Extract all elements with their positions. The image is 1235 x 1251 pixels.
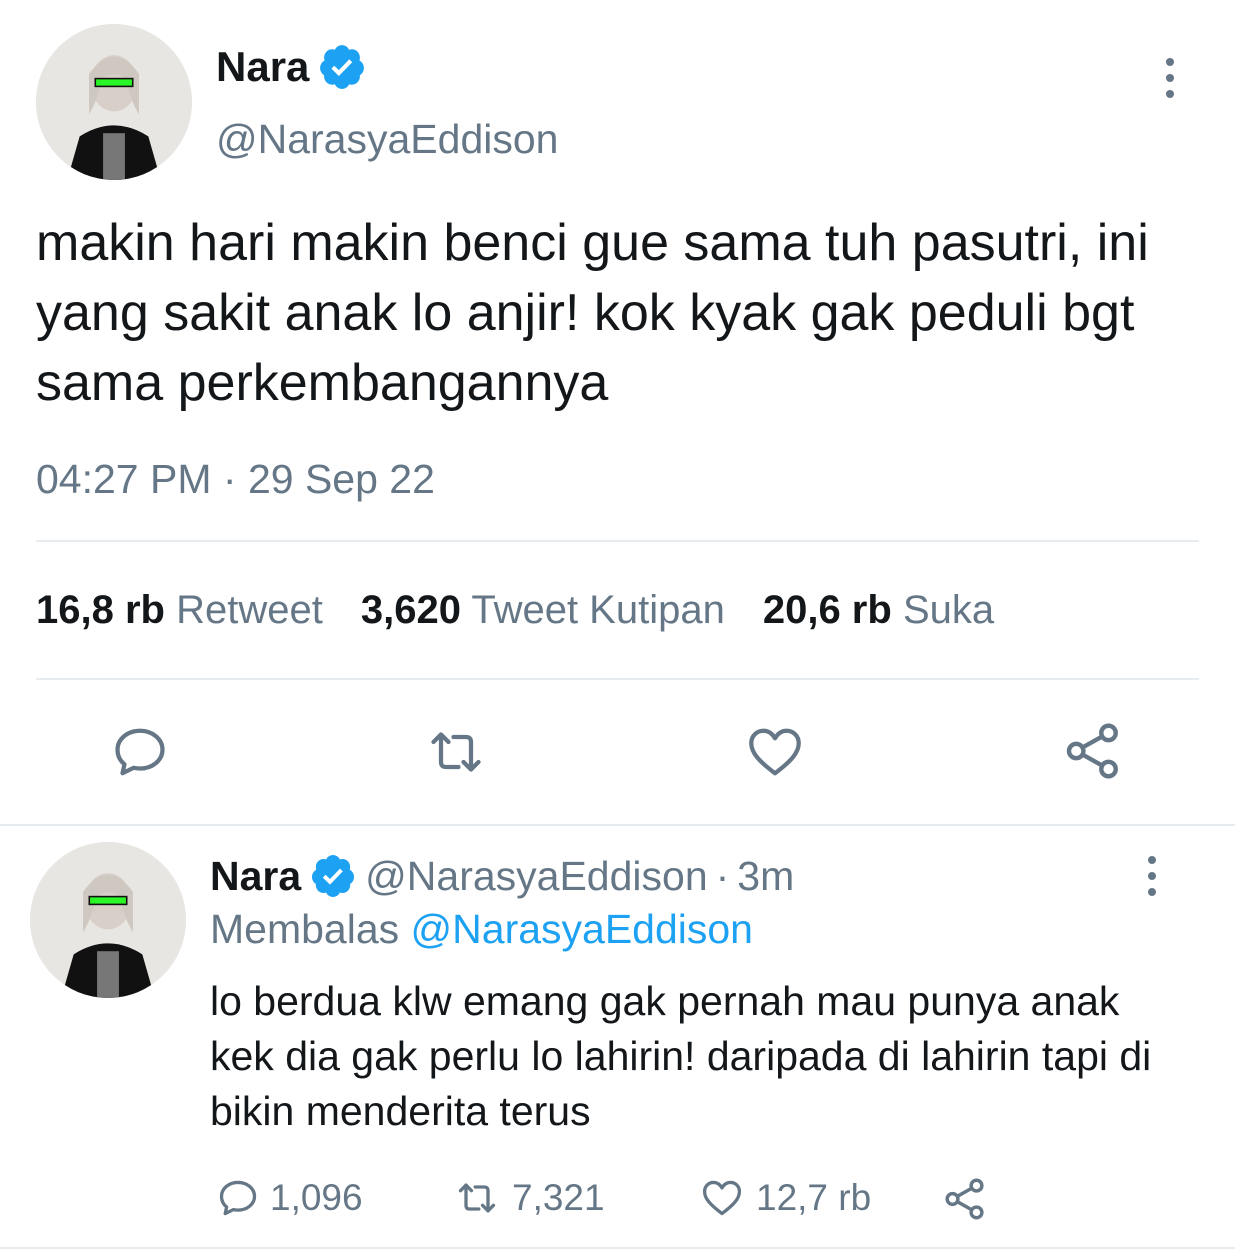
reply-header: Nara @NarasyaEddison · 3m [210,852,794,900]
tweet-timestamp: 04:27 PM · 29 Sep 22 [36,456,435,503]
display-name[interactable]: Nara [210,853,301,900]
tweet-stats: 16,8 rb Retweet 3,620 Tweet Kutipan 20,6… [36,588,1032,633]
quote-label: Tweet Kutipan [471,588,725,632]
retweet-count: 16,8 rb [36,588,165,632]
like-action[interactable]: 12,7 rb [698,1176,871,1220]
verified-badge-icon [309,852,357,900]
display-name[interactable]: Nara [216,43,309,91]
avatar[interactable] [30,842,186,998]
reply-text: lo berdua klw emang gak pernah mau punya… [210,978,1152,1134]
retweet-icon [452,1176,502,1220]
retweet-stat[interactable]: 16,8 rb Retweet [36,588,323,633]
share-icon[interactable] [942,1176,988,1222]
more-options-icon[interactable] [1166,58,1174,98]
retweet-label: Retweet [176,588,323,632]
user-handle[interactable]: @NarasyaEddison [216,116,558,163]
retweet-action[interactable]: 7,321 [452,1176,605,1220]
divider [36,540,1199,542]
tweet-time: 04:27 PM [36,456,212,502]
reply-icon[interactable] [110,722,170,782]
retweet-count: 7,321 [512,1177,605,1218]
reply-action[interactable]: 1,096 [216,1176,363,1220]
replying-to: Membalas @NarasyaEddison [210,906,753,953]
avatar-photo [30,842,186,998]
tweet-date: 29 Sep 22 [247,456,435,502]
avatar[interactable] [36,24,192,180]
like-label: Suka [902,588,995,632]
tweet-text: makin hari makin benci gue sama tuh pasu… [36,214,1149,412]
separator-dot: · [715,852,730,899]
divider [36,678,1199,680]
quote-count: 3,620 [360,588,461,632]
verified-badge-icon [317,42,367,92]
like-icon [698,1176,746,1220]
quote-tweet-stat[interactable]: 3,620 Tweet Kutipan [361,588,725,633]
tweet-age: 3m [737,852,795,899]
more-options-icon[interactable] [1148,856,1156,896]
replying-label: Membalas [210,906,400,952]
user-handle[interactable]: @NarasyaEddison [365,853,707,900]
reply-count: 1,096 [270,1177,363,1218]
separator-dot: · [222,456,237,502]
retweet-icon[interactable] [424,722,488,782]
replying-to-handle[interactable]: @NarasyaEddison [411,906,753,952]
avatar-photo [36,24,192,180]
like-icon[interactable] [744,722,806,782]
share-icon[interactable] [1062,720,1124,782]
like-count: 12,7 rb [756,1177,872,1218]
divider [0,824,1235,826]
divider [0,1247,1235,1249]
like-stat[interactable]: 20,6 rb Suka [763,588,994,633]
like-count: 20,6 rb [762,588,892,632]
reply-icon [216,1176,260,1220]
